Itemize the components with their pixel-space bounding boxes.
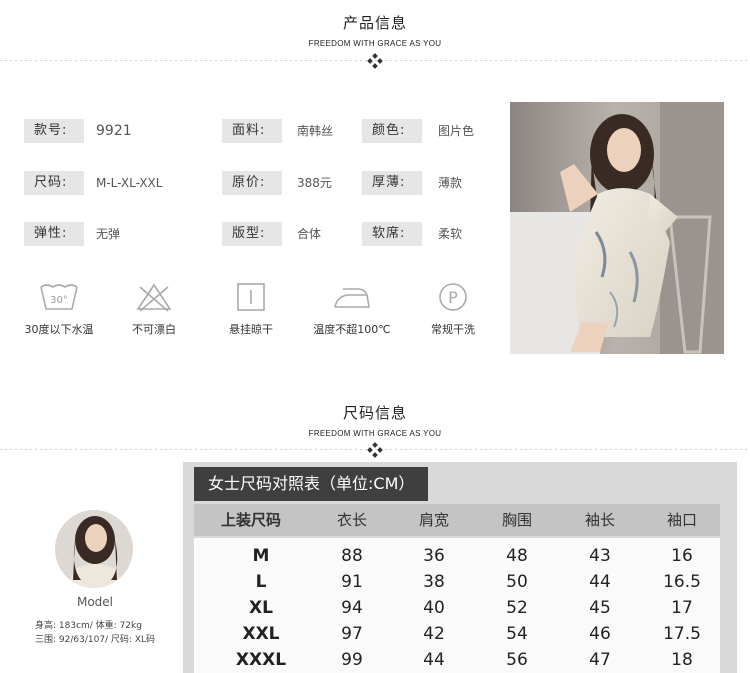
table-cell: 47 xyxy=(589,650,611,670)
care-wash-30: 30° 30度以下水温 xyxy=(9,281,109,337)
care-no-bleach: 不可漂白 xyxy=(104,281,204,337)
spec-value: 无弹 xyxy=(96,227,121,241)
spec-value: 柔软 xyxy=(438,227,463,241)
table-cell: 38 xyxy=(423,572,445,592)
table-cell: XXXL xyxy=(235,650,287,670)
table-cell: 44 xyxy=(423,650,445,670)
table-cell: 94 xyxy=(341,598,363,618)
model-measurements: 三围: 92/63/107/ 尺码: XL码 xyxy=(35,635,156,645)
table-cell: 88 xyxy=(341,546,363,566)
care-label: 常规干洗 xyxy=(431,323,475,336)
wash-30-icon: 30° xyxy=(40,284,78,310)
size-section-title: 尺码信息 xyxy=(342,404,407,422)
table-cell: 56 xyxy=(506,650,528,670)
spec-label: 软席: xyxy=(362,222,422,246)
table-header-cell: 衣长 xyxy=(336,511,367,529)
care-label: 温度不超100℃ xyxy=(313,323,391,336)
table-cell: 52 xyxy=(506,598,528,618)
size-table-header: 上装尺码 衣长 肩宽 胸围 袖长 袖口 xyxy=(194,504,720,536)
size-table-body: M 88 36 48 43 16 L 91 38 50 44 16.5 XL 9… xyxy=(194,538,720,673)
hang-dry-icon xyxy=(237,283,265,311)
diamond-ornament-icon xyxy=(367,53,383,69)
spec-value: 图片色 xyxy=(438,124,475,138)
spec-value: 9921 xyxy=(96,123,132,139)
care-label: 30度以下水温 xyxy=(24,323,94,336)
table-cell: 54 xyxy=(506,624,528,644)
table-header-cell: 袖口 xyxy=(666,511,697,529)
table-cell: 40 xyxy=(423,598,445,618)
model-measurements: 身高: 183cm/ 体重: 72kg xyxy=(35,621,142,631)
table-cell: 46 xyxy=(589,624,611,644)
size-table-panel: 女士尺码对照表（单位:CM） 上装尺码 衣长 肩宽 胸围 袖长 袖口 M 88 … xyxy=(183,462,737,673)
model-card: Model 身高: 183cm/ 体重: 72kg 三围: 92/63/107/… xyxy=(0,462,180,673)
table-cell: XXL xyxy=(242,624,280,644)
table-cell: 17 xyxy=(671,598,693,618)
table-cell: 43 xyxy=(589,546,611,566)
table-cell: 18 xyxy=(671,650,693,670)
table-cell: 50 xyxy=(506,572,528,592)
table-cell: 16 xyxy=(671,546,693,566)
size-section-subtitle: FREEDOM WITH GRACE AS YOU xyxy=(308,429,442,438)
care-label: 悬挂晾干 xyxy=(229,323,273,336)
svg-text:P: P xyxy=(448,288,458,307)
spec-label: 版型: xyxy=(222,222,282,246)
dry-clean-p-icon: P xyxy=(439,283,467,311)
spec-value: 合体 xyxy=(297,227,322,241)
model-name: Model xyxy=(76,595,114,609)
spec-label: 弹性: xyxy=(24,222,84,246)
iron-icon xyxy=(334,288,370,308)
table-cell: 17.5 xyxy=(663,624,701,644)
product-photo xyxy=(510,102,724,354)
product-section-subtitle: FREEDOM WITH GRACE AS YOU xyxy=(308,39,442,48)
care-label: 不可漂白 xyxy=(132,323,176,336)
table-cell: 91 xyxy=(341,572,363,592)
table-cell: 36 xyxy=(423,546,445,566)
product-section-title: 产品信息 xyxy=(342,14,407,32)
product-section-heading: 产品信息 FREEDOM WITH GRACE AS YOU xyxy=(0,12,750,48)
spec-value: 薄款 xyxy=(438,176,463,190)
size-table-title: 女士尺码对照表（单位:CM） xyxy=(194,467,429,501)
svg-text:30°: 30° xyxy=(50,295,68,306)
table-cell: XL xyxy=(249,598,273,618)
spec-label: 厚薄: xyxy=(362,171,422,195)
table-cell: 45 xyxy=(589,598,611,618)
spec-label: 款号: xyxy=(24,119,84,143)
size-section-heading: 尺码信息 FREEDOM WITH GRACE AS YOU xyxy=(0,402,750,438)
table-header-cell: 肩宽 xyxy=(418,511,449,529)
table-header-cell: 上装尺码 xyxy=(220,511,281,529)
spec-value: M-L-XL-XXL xyxy=(96,176,163,190)
table-cell: M xyxy=(252,546,270,566)
spec-label: 面料: xyxy=(222,119,282,143)
care-dry-clean: P 常规干洗 xyxy=(403,281,503,337)
care-hang-dry: 悬挂晾干 xyxy=(201,281,301,337)
table-cell: 99 xyxy=(341,650,363,670)
spec-label: 颜色: xyxy=(362,119,422,143)
no-bleach-icon xyxy=(136,283,172,312)
spec-value: 南韩丝 xyxy=(297,124,334,138)
care-iron: 温度不超100℃ xyxy=(302,281,402,337)
spec-label: 尺码: xyxy=(24,171,84,195)
table-cell: 97 xyxy=(341,624,363,644)
table-cell: 16.5 xyxy=(663,572,701,592)
table-cell: 42 xyxy=(423,624,445,644)
table-header-cell: 袖长 xyxy=(584,511,615,529)
diamond-ornament-icon xyxy=(367,442,383,458)
table-cell: L xyxy=(255,572,267,592)
table-cell: 48 xyxy=(506,546,528,566)
spec-label: 原价: xyxy=(222,171,282,195)
spec-value: 388元 xyxy=(297,176,332,190)
table-cell: 44 xyxy=(589,572,611,592)
avatar xyxy=(55,510,133,588)
table-header-cell: 胸围 xyxy=(501,511,532,529)
